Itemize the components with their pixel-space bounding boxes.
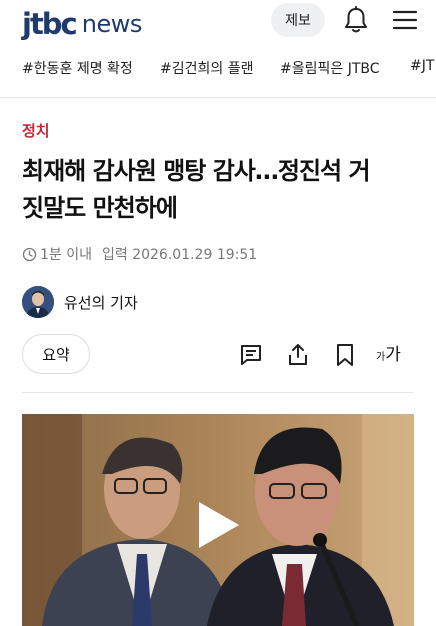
hashtag-bar: #한동훈 제명 확정 #김건희의 플랜 #올림픽은 JTBC #JT [0, 58, 436, 90]
article-headline: 최재해 감사원 맹탕 감사…정진석 거 짓말도 만천하에 [22, 153, 422, 227]
hashtag-item[interactable]: #올림픽은 JTBC [280, 58, 380, 78]
share-icon[interactable] [285, 342, 311, 368]
divider [22, 392, 414, 393]
summary-button[interactable]: 요약 [22, 334, 90, 374]
logo-jtbc-text: jtbc [22, 7, 78, 41]
hashtag-item[interactable]: #김건희의 플랜 [160, 58, 253, 78]
hamburger-menu-icon[interactable] [392, 8, 418, 32]
reporter-name: 유선의 기자 [64, 293, 138, 312]
logo-news-text: news [81, 10, 143, 38]
hashtag-item[interactable]: #한동훈 제명 확정 [22, 58, 133, 78]
hashtag-item[interactable]: #JT [410, 58, 434, 74]
clock-icon [22, 247, 37, 261]
headline-line: 짓말도 만천하에 [22, 194, 178, 222]
read-time: 1분 이내 [40, 247, 92, 263]
font-size-large: 가 [385, 345, 401, 365]
section-label[interactable]: 정치 [22, 120, 50, 141]
video-player[interactable] [22, 414, 414, 626]
play-icon[interactable] [197, 500, 241, 550]
article-toolbar: 요약 가 가 [22, 334, 414, 374]
top-header: jtbc news 제보 [0, 0, 436, 50]
headline-line: 최재해 감사원 맹탕 감사…정진석 거 [22, 157, 371, 185]
comment-icon[interactable] [238, 342, 264, 368]
published-date: 입력 2026.01.29 19:51 [102, 247, 258, 263]
article-meta: 1분 이내 입력 2026.01.29 19:51 [22, 244, 257, 264]
report-button[interactable]: 제보 [271, 3, 325, 37]
jtbc-news-logo[interactable]: jtbc news [22, 4, 142, 44]
bell-icon[interactable] [343, 6, 369, 34]
divider [0, 97, 436, 98]
font-size-small: 가 [376, 352, 386, 363]
font-size-button[interactable]: 가 가 [376, 340, 401, 365]
reporter-byline[interactable]: 유선의 기자 [22, 286, 138, 318]
reporter-avatar [22, 286, 54, 318]
bookmark-icon[interactable] [332, 342, 358, 368]
